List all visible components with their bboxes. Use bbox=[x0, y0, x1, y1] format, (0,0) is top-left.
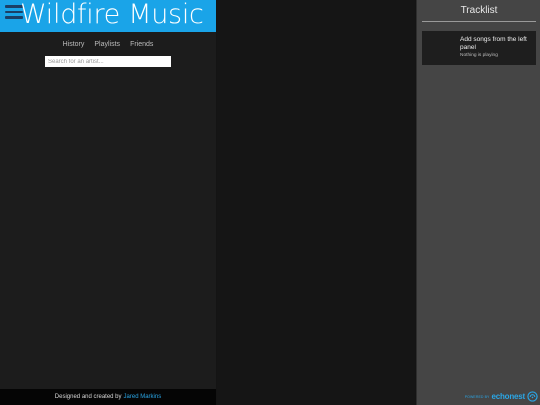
echonest-brand: echonest bbox=[491, 392, 525, 401]
app-header: Wildfire Music bbox=[0, 0, 216, 32]
now-playing-card: Add songs from the left panel Nothing is… bbox=[422, 31, 536, 65]
main-nav: History Playlists Friends bbox=[0, 41, 216, 48]
tracklist-divider bbox=[422, 21, 536, 22]
author-link[interactable]: Jared Markins bbox=[124, 394, 162, 400]
footer: Designed and created by Jared Markins bbox=[0, 389, 216, 405]
powered-by-echonest[interactable]: POWERED BY echonest bbox=[465, 391, 538, 402]
powered-by-label: POWERED BY bbox=[464, 394, 490, 399]
nav-friends-link[interactable]: Friends bbox=[130, 41, 153, 48]
footer-credit-text: Designed and created by bbox=[54, 394, 122, 400]
tracklist-title: Tracklist bbox=[460, 5, 498, 16]
app-title: Wildfire Music bbox=[20, 0, 204, 30]
artist-search-input[interactable] bbox=[45, 56, 171, 67]
left-panel: Wildfire Music History Playlists Friends… bbox=[0, 0, 216, 405]
now-playing-title: Add songs from the left panel bbox=[460, 36, 527, 51]
now-playing-status: Nothing is playing bbox=[460, 53, 498, 58]
echonest-logo-icon bbox=[527, 391, 538, 402]
nav-playlists-link[interactable]: Playlists bbox=[94, 41, 120, 48]
nav-history-link[interactable]: History bbox=[63, 41, 85, 48]
center-panel bbox=[217, 0, 415, 405]
tracklist-panel: Tracklist Add songs from the left panel … bbox=[416, 0, 540, 405]
